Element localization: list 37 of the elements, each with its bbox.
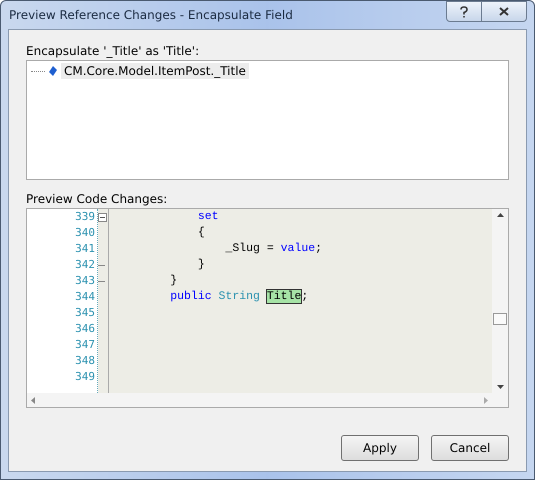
line-number: 345 — [74, 305, 96, 321]
close-button[interactable] — [482, 1, 527, 22]
field-icon — [49, 66, 57, 76]
dialog-button[interactable]: Cancel — [431, 435, 509, 461]
scroll-thumb[interactable] — [493, 313, 507, 325]
line-number: 342 — [74, 257, 96, 273]
code-label: Preview Code Changes: — [26, 192, 168, 206]
code-line: { — [196, 225, 206, 241]
line-number: 346 — [74, 321, 96, 337]
horizontal-scrollbar[interactable] — [27, 393, 508, 407]
line-number: 344 — [74, 289, 96, 305]
code-line: public String Title; — [169, 289, 310, 305]
line-number: 343 — [74, 273, 96, 289]
help-icon — [460, 6, 468, 18]
line-number: 340 — [74, 225, 96, 241]
scroll-left-icon[interactable] — [31, 396, 35, 404]
vertical-scrollbar[interactable] — [492, 209, 508, 393]
line-number: 341 — [74, 241, 96, 257]
code-line: set — [196, 209, 220, 225]
tree-label: Encapsulate '_Title' as 'Title': — [26, 44, 200, 58]
line-number: 348 — [74, 353, 96, 369]
dialog-button[interactable]: Apply — [341, 435, 419, 461]
code-line: } — [169, 273, 178, 289]
tree-item[interactable]: CM.Core.Model.ItemPost._Title — [61, 63, 249, 79]
window-title: Preview Reference Changes - Encapsulate Field — [8, 8, 293, 22]
scroll-up-icon[interactable] — [496, 213, 504, 217]
scroll-down-icon[interactable] — [496, 385, 504, 389]
fold-end-icon — [98, 280, 106, 282]
collapse-icon[interactable] — [98, 212, 107, 222]
line-number: 347 — [74, 337, 96, 353]
code-line: } — [196, 257, 206, 273]
close-icon — [499, 7, 509, 16]
line-number: 339 — [74, 209, 96, 225]
help-button[interactable] — [446, 1, 482, 22]
code-line: _Slug = value; — [224, 241, 324, 257]
fold-end-icon — [98, 264, 106, 266]
line-number: 349 — [74, 369, 96, 385]
